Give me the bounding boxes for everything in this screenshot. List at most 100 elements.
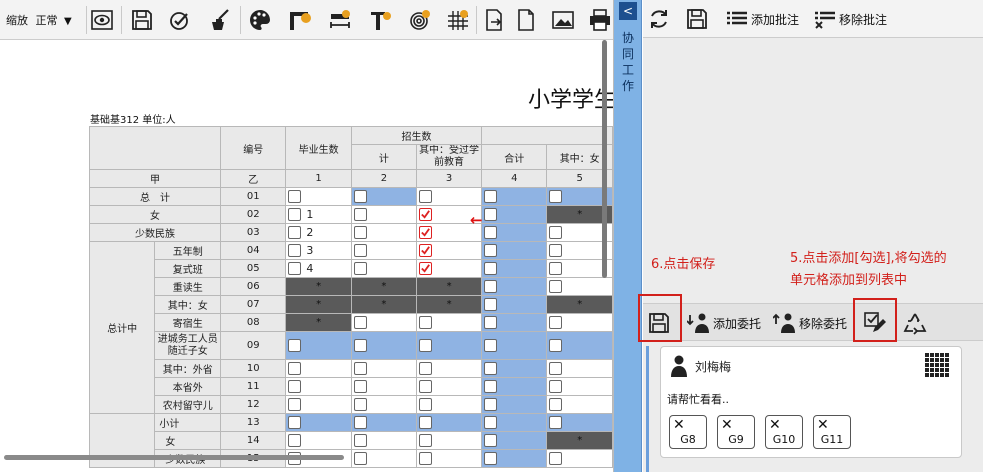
checkbox[interactable] bbox=[484, 452, 498, 465]
cell[interactable] bbox=[481, 313, 548, 332]
checkbox[interactable] bbox=[288, 190, 302, 203]
checkbox[interactable] bbox=[288, 434, 302, 447]
cell[interactable] bbox=[285, 431, 352, 450]
checkbox[interactable] bbox=[418, 316, 432, 329]
cell[interactable] bbox=[415, 259, 483, 278]
cell[interactable]: 3 bbox=[285, 241, 352, 260]
close-icon[interactable]: ✕ bbox=[769, 417, 781, 433]
cell[interactable] bbox=[350, 377, 417, 396]
cell[interactable] bbox=[546, 413, 613, 432]
grid-icon[interactable] bbox=[444, 6, 472, 34]
checkbox[interactable] bbox=[288, 398, 302, 411]
cell[interactable] bbox=[350, 259, 417, 278]
chevron-left-icon[interactable]: < bbox=[619, 2, 637, 20]
close-icon[interactable]: ✕ bbox=[817, 417, 829, 433]
checkbox[interactable] bbox=[353, 398, 367, 411]
refresh-button[interactable] bbox=[647, 7, 671, 31]
cell[interactable] bbox=[481, 277, 548, 296]
checkbox-checked[interactable] bbox=[418, 226, 432, 239]
cell[interactable] bbox=[546, 277, 613, 296]
checkbox[interactable] bbox=[353, 208, 367, 221]
cell-tag[interactable]: ✕ G8 bbox=[669, 415, 707, 449]
checkbox[interactable] bbox=[288, 362, 302, 375]
cell[interactable] bbox=[350, 205, 417, 224]
remove-annotation-button[interactable]: 移除批注 bbox=[813, 7, 887, 31]
cell[interactable] bbox=[546, 359, 613, 378]
cell[interactable] bbox=[481, 331, 548, 360]
checkbox[interactable] bbox=[288, 262, 302, 275]
document-icon[interactable] bbox=[512, 6, 540, 34]
remove-delegate-button[interactable]: 移除委托 bbox=[773, 311, 847, 335]
cell[interactable] bbox=[481, 259, 548, 278]
cell[interactable] bbox=[546, 395, 613, 414]
cell[interactable] bbox=[285, 395, 352, 414]
checkbox-checked[interactable] bbox=[418, 244, 432, 257]
checkbox[interactable] bbox=[353, 362, 367, 375]
checkbox[interactable] bbox=[353, 244, 367, 257]
checkbox[interactable] bbox=[549, 244, 563, 257]
checkbox[interactable] bbox=[418, 362, 432, 375]
cell[interactable] bbox=[350, 413, 417, 432]
cell[interactable] bbox=[285, 187, 352, 206]
ruler-icon[interactable] bbox=[286, 6, 314, 34]
checkbox[interactable] bbox=[549, 380, 563, 393]
image-icon[interactable] bbox=[549, 6, 577, 34]
checkbox[interactable] bbox=[549, 452, 563, 465]
checkbox[interactable] bbox=[484, 398, 498, 411]
checkbox[interactable] bbox=[549, 280, 563, 293]
cell[interactable] bbox=[415, 431, 483, 450]
cell[interactable] bbox=[415, 449, 483, 468]
checkbox[interactable] bbox=[288, 416, 302, 429]
checkbox[interactable] bbox=[353, 416, 367, 429]
cell[interactable] bbox=[481, 241, 548, 260]
cell[interactable] bbox=[415, 413, 483, 432]
cell[interactable] bbox=[546, 449, 613, 468]
checkbox[interactable] bbox=[353, 434, 367, 447]
brush-icon[interactable] bbox=[206, 6, 234, 34]
cell[interactable] bbox=[350, 313, 417, 332]
cell[interactable] bbox=[481, 431, 548, 450]
checkbox-checked[interactable] bbox=[418, 208, 432, 221]
checkbox[interactable] bbox=[484, 244, 498, 257]
cell[interactable] bbox=[481, 295, 548, 314]
checkbox[interactable] bbox=[484, 208, 498, 221]
cell[interactable]: 1 bbox=[285, 205, 352, 224]
cell[interactable] bbox=[285, 331, 352, 360]
export-icon[interactable] bbox=[480, 6, 508, 34]
checkbox[interactable] bbox=[418, 452, 432, 465]
cell[interactable] bbox=[285, 359, 352, 378]
add-annotation-button[interactable]: 添加批注 bbox=[725, 7, 799, 31]
cell[interactable] bbox=[415, 359, 483, 378]
checkbox[interactable] bbox=[353, 316, 367, 329]
save-button[interactable] bbox=[685, 7, 709, 31]
cell[interactable] bbox=[481, 413, 548, 432]
checkbox[interactable] bbox=[484, 280, 498, 293]
close-icon[interactable]: ✕ bbox=[721, 417, 733, 433]
checkbox[interactable] bbox=[484, 316, 498, 329]
checkbox[interactable] bbox=[288, 339, 302, 352]
cell[interactable] bbox=[481, 395, 548, 414]
cell-tag[interactable]: ✕ G9 bbox=[717, 415, 755, 449]
checkbox[interactable] bbox=[288, 226, 302, 239]
cell[interactable] bbox=[415, 395, 483, 414]
palette-icon[interactable] bbox=[246, 6, 274, 34]
font-icon[interactable] bbox=[366, 6, 394, 34]
eye-icon[interactable] bbox=[88, 6, 116, 34]
spiral-icon[interactable] bbox=[406, 6, 434, 34]
checkbox[interactable] bbox=[484, 190, 498, 203]
cell[interactable] bbox=[415, 377, 483, 396]
cell[interactable] bbox=[481, 449, 548, 468]
checkbox[interactable] bbox=[484, 362, 498, 375]
checkbox[interactable] bbox=[288, 380, 302, 393]
cell[interactable] bbox=[546, 313, 613, 332]
checkbox[interactable] bbox=[418, 380, 432, 393]
cell[interactable]: 4 bbox=[285, 259, 352, 278]
checkbox[interactable] bbox=[549, 398, 563, 411]
cell[interactable] bbox=[350, 331, 417, 360]
checkbox[interactable] bbox=[484, 416, 498, 429]
checkbox[interactable] bbox=[353, 190, 367, 203]
check-icon[interactable] bbox=[166, 6, 194, 34]
annotation-card[interactable]: 刘梅梅 请帮忙看看.. ✕ G8 ✕ G9 ✕ G10 ✕ G11 bbox=[660, 346, 962, 458]
cell[interactable] bbox=[285, 377, 352, 396]
cell[interactable] bbox=[481, 377, 548, 396]
